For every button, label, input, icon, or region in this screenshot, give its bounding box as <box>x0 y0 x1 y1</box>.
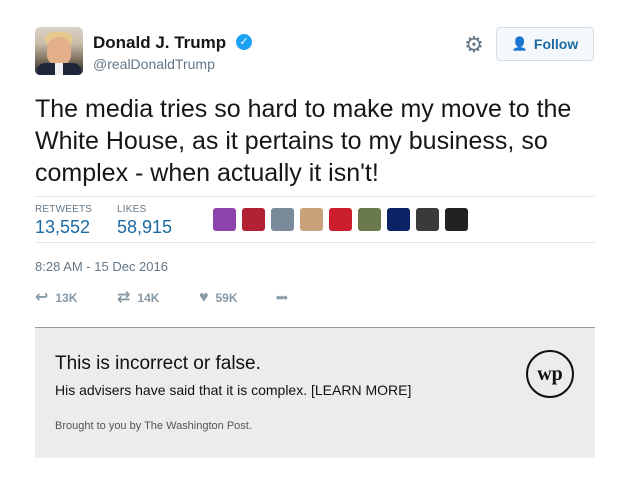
retweet-icon: ⇄ <box>117 289 131 306</box>
more-icon: ••• <box>276 290 288 305</box>
tweet-timestamp[interactable]: 8:28 AM - 15 Dec 2016 <box>35 259 168 274</box>
liker-avatar[interactable] <box>271 208 294 231</box>
divider <box>35 242 595 243</box>
avatar[interactable] <box>35 27 83 75</box>
retweet-count: 14K <box>137 291 160 305</box>
reply-button[interactable]: ↩ 13K <box>35 290 77 306</box>
avatar-face <box>47 37 71 65</box>
add-user-icon: 👤 <box>511 36 528 51</box>
liker-avatar[interactable] <box>300 208 323 231</box>
wp-logo-text: wp <box>537 362 563 385</box>
liker-avatar[interactable] <box>416 208 439 231</box>
reply-count: 13K <box>55 291 78 305</box>
reply-icon: ↩ <box>35 289 49 306</box>
liker-avatar[interactable] <box>445 208 468 231</box>
user-handle[interactable]: @realDonaldTrump <box>93 56 215 72</box>
retweet-button[interactable]: ⇄ 14K <box>117 290 159 306</box>
retweets-count[interactable]: 13,552 <box>35 217 90 238</box>
fact-check-detail[interactable]: His advisers have said that it is comple… <box>55 382 411 398</box>
tweet-text: The media tries so hard to make my move … <box>35 95 572 187</box>
fact-check-credit: Brought to you by The Washington Post. <box>55 420 252 432</box>
fact-check-title: This is incorrect or false. <box>55 353 261 374</box>
liker-avatar[interactable] <box>358 208 381 231</box>
washington-post-logo-icon[interactable]: wp <box>526 350 574 398</box>
follow-button[interactable]: 👤 Follow <box>496 27 594 61</box>
likes-label: LIKES <box>117 204 147 215</box>
divider <box>35 196 595 197</box>
liker-avatar[interactable] <box>242 208 265 231</box>
verified-badge-icon: ✓ <box>236 34 252 50</box>
user-name[interactable]: Donald J. Trump <box>93 33 226 53</box>
liker-avatar[interactable] <box>329 208 352 231</box>
gear-icon[interactable]: ⚙ <box>463 34 485 56</box>
follow-label: Follow <box>533 36 579 52</box>
like-button[interactable]: ♥ 59K <box>199 290 238 306</box>
likes-count[interactable]: 58,915 <box>117 217 172 238</box>
retweets-label: RETWEETS <box>35 204 93 215</box>
avatar-shirt <box>55 63 63 75</box>
like-count: 59K <box>215 291 238 305</box>
heart-icon: ♥ <box>199 289 209 306</box>
liker-avatar[interactable] <box>387 208 410 231</box>
more-button[interactable]: ••• <box>276 290 288 305</box>
liker-avatar[interactable] <box>213 208 236 231</box>
